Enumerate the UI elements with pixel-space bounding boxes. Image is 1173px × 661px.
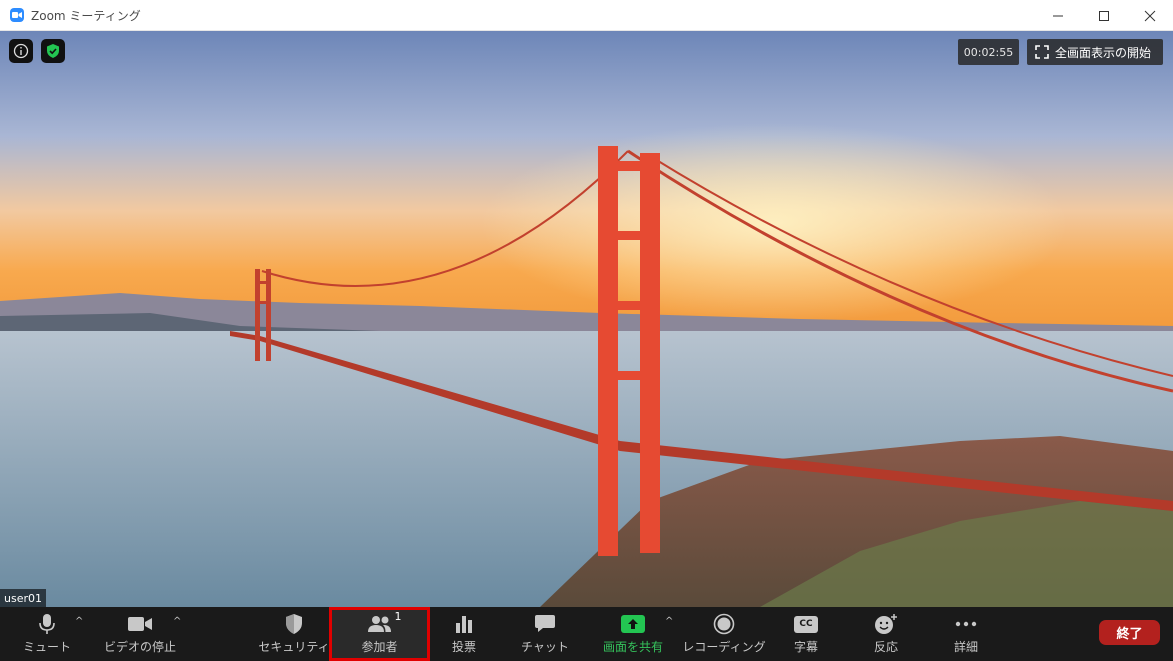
participants-count: 1 (394, 610, 402, 623)
share-screen-button[interactable]: 画面を共有 (597, 607, 669, 661)
mute-button[interactable]: ミュート (20, 607, 74, 661)
share-options-chevron-icon[interactable]: ^ (665, 616, 673, 627)
share-screen-label: 画面を共有 (602, 640, 663, 654)
participants-button[interactable]: 1 参加者 (329, 607, 430, 661)
fullscreen-icon (1035, 45, 1049, 59)
security-label: セキュリティ (258, 640, 330, 654)
info-icon[interactable] (9, 39, 33, 63)
virtual-background-image (0, 31, 1173, 607)
window-title: Zoom ミーティング (31, 9, 141, 23)
bar-chart-icon (454, 613, 474, 635)
participants-label: 参加者 (361, 640, 398, 654)
encryption-shield-icon[interactable] (41, 39, 65, 63)
stop-video-button[interactable]: ビデオの停止 (100, 607, 180, 661)
participants-icon: 1 (367, 610, 402, 635)
mute-options-chevron-icon[interactable]: ^ (75, 616, 83, 627)
stop-video-label: ビデオの停止 (103, 640, 176, 654)
video-camera-icon (127, 613, 153, 635)
polls-label: 投票 (451, 640, 476, 654)
polls-button[interactable]: 投票 (440, 607, 488, 661)
more-label: 詳細 (953, 640, 978, 654)
fullscreen-button[interactable]: 全画面表示の開始 (1027, 39, 1163, 65)
chat-bubble-icon (534, 613, 556, 635)
reactions-button[interactable]: 反応 (862, 607, 910, 661)
microphone-icon (37, 613, 57, 635)
close-button[interactable] (1127, 0, 1173, 31)
meeting-timer: 00:02:55 (958, 39, 1019, 65)
title-bar: Zoom ミーティング (0, 0, 1173, 31)
minimize-button[interactable] (1035, 0, 1081, 31)
smiley-plus-icon (874, 613, 898, 635)
video-area (0, 31, 1173, 607)
security-button[interactable]: セキュリティ (258, 607, 330, 661)
end-meeting-button[interactable]: 終了 (1099, 620, 1160, 645)
cc-icon-text: CC (794, 615, 818, 633)
closed-captions-icon: CC (794, 613, 818, 635)
fullscreen-label: 全画面表示の開始 (1055, 45, 1152, 60)
meeting-toolbar: ミュート ^ ビデオの停止 ^ セキュリティ 1 参加者 投票 チャット 画面を… (0, 607, 1173, 661)
share-screen-icon (621, 613, 645, 635)
chat-label: チャット (521, 640, 569, 654)
record-button[interactable]: レコーディング (682, 607, 766, 661)
chat-button[interactable]: チャット (515, 607, 575, 661)
more-button[interactable]: 詳細 (942, 607, 990, 661)
record-label: レコーディング (682, 640, 766, 654)
more-dots-icon (955, 613, 977, 635)
security-shield-icon (284, 613, 304, 635)
mute-label: ミュート (22, 640, 71, 654)
captions-button[interactable]: CC 字幕 (782, 607, 830, 661)
participant-name-label: user01 (0, 589, 46, 607)
maximize-button[interactable] (1081, 0, 1127, 31)
zoom-logo-icon (10, 8, 24, 22)
captions-label: 字幕 (793, 640, 818, 654)
record-icon (713, 613, 735, 635)
video-options-chevron-icon[interactable]: ^ (173, 616, 181, 627)
reactions-label: 反応 (873, 640, 898, 654)
